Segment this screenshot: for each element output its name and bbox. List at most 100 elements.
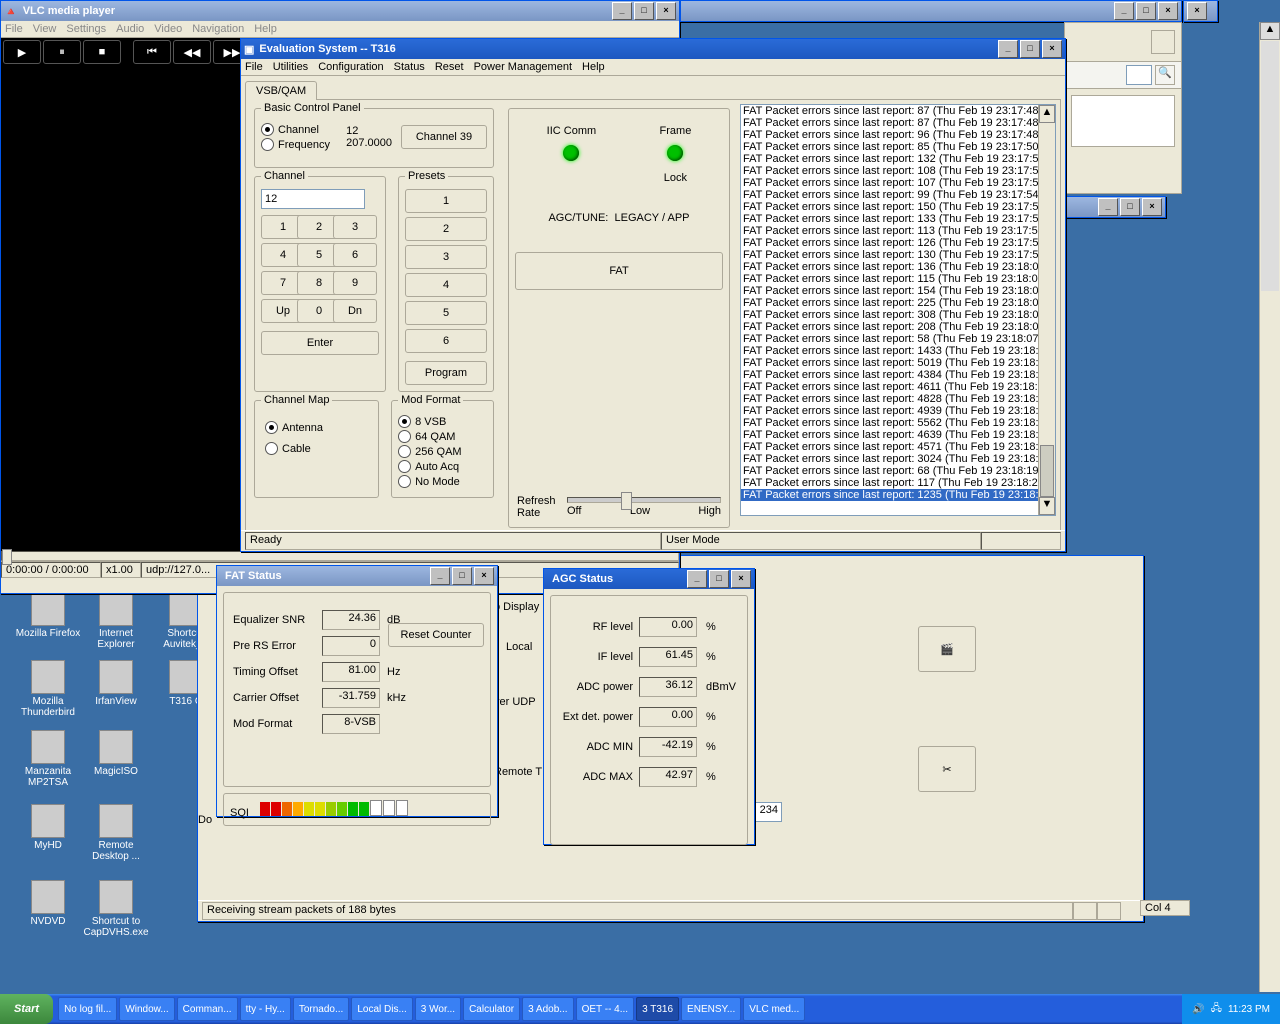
log-line[interactable]: FAT Packet errors since last report: 482… [741,393,1055,405]
desktop-icon[interactable]: Remote Desktop ... [82,804,150,862]
log-line[interactable]: FAT Packet errors since last report: 68 … [741,465,1055,477]
desktop-icon[interactable]: Mozilla Thunderbird [14,660,82,718]
desktop-icon[interactable]: MyHD [14,804,82,851]
taskbar-item[interactable]: tty - Hy... [240,997,291,1021]
taskbar-item[interactable]: No log fil... [58,997,117,1021]
menu-item[interactable]: Audio [116,23,144,35]
gear-icon[interactable] [1151,30,1175,54]
log-line[interactable]: FAT Packet errors since last report: 87 … [741,105,1055,117]
preset-2[interactable]: 2 [405,217,487,241]
program-button[interactable]: Program [405,361,487,385]
play-button[interactable]: ▶ [3,40,41,64]
channel-input[interactable] [261,189,365,209]
log-line[interactable]: FAT Packet errors since last report: 96 … [741,129,1055,141]
preset-1[interactable]: 1 [405,189,487,213]
desktop-icon[interactable]: NVDVD [14,880,82,927]
log-line[interactable]: FAT Packet errors since last report: 225… [741,297,1055,309]
log-line[interactable]: FAT Packet errors since last report: 87 … [741,117,1055,129]
desktop-icon[interactable]: Mozilla Firefox [14,592,82,639]
desktop-icon[interactable]: Shortcut to CapDVHS.exe [82,880,150,938]
enter-button[interactable]: Enter [261,331,379,355]
log-line[interactable]: FAT Packet errors since last report: 150… [741,201,1055,213]
vlc-seekbar[interactable] [1,551,679,561]
vlc-menubar[interactable]: FileViewSettingsAudioVideoNavigationHelp [1,21,679,38]
menu-item[interactable]: Power Management [474,61,572,73]
taskbar-item[interactable]: 3 Adob... [522,997,573,1021]
desktop-icon[interactable]: Manzanita MP2TSA [14,730,82,788]
log-line[interactable]: FAT Packet errors since last report: 58 … [741,333,1055,345]
keypad-3[interactable]: 3 [333,215,377,239]
preset-5[interactable]: 5 [405,301,487,325]
close-button[interactable]: × [1187,2,1207,20]
reset-counter-button[interactable]: Reset Counter [388,623,484,647]
log-line[interactable]: FAT Packet errors since last report: 123… [741,489,1055,501]
menu-item[interactable]: File [5,23,23,35]
start-button[interactable]: Start [0,994,53,1024]
close-button[interactable]: × [1142,198,1162,216]
log-line[interactable]: FAT Packet errors since last report: 438… [741,369,1055,381]
log-line[interactable]: FAT Packet errors since last report: 117… [741,477,1055,489]
log-line[interactable]: FAT Packet errors since last report: 302… [741,453,1055,465]
vlc-stream-button[interactable]: 🎬 [918,626,976,672]
menu-item[interactable]: Video [154,23,182,35]
radio-frequency[interactable]: Frequency [261,138,346,151]
log-line[interactable]: FAT Packet errors since last report: 132… [741,153,1055,165]
minimize-button[interactable]: _ [612,2,632,20]
maximize-button[interactable]: □ [709,570,729,588]
eval-menubar[interactable]: FileUtilitiesConfigurationStatusResetPow… [241,59,1065,76]
taskbar-item[interactable]: Tornado... [293,997,349,1021]
menu-item[interactable]: View [33,23,57,35]
taskbar-item[interactable]: OET -- 4... [576,997,635,1021]
system-tray[interactable]: 🔊 🖧 11:23 PM [1182,994,1280,1024]
keypad-dn[interactable]: Dn [333,299,377,323]
taskbar-item[interactable]: 3 T316 [636,997,679,1021]
keypad-6[interactable]: 6 [333,243,377,267]
log-line[interactable]: FAT Packet errors since last report: 493… [741,405,1055,417]
log-line[interactable]: FAT Packet errors since last report: 136… [741,261,1055,273]
crossed-button[interactable]: ✂ [918,746,976,792]
channel-39-button[interactable]: Channel 39 [401,125,487,149]
log-line[interactable]: FAT Packet errors since last report: 107… [741,177,1055,189]
refresh-slider[interactable] [567,497,721,503]
tab-vsb-qam[interactable]: VSB/QAM [245,81,317,100]
minimize-button[interactable]: _ [998,40,1018,58]
minimize-button[interactable]: _ [430,567,450,585]
log-line[interactable]: FAT Packet errors since last report: 130… [741,249,1055,261]
close-button[interactable]: × [731,570,751,588]
log-line[interactable]: FAT Packet errors since last report: 463… [741,429,1055,441]
close-button[interactable]: × [1042,40,1062,58]
minimize-button[interactable]: _ [687,570,707,588]
prev-button[interactable]: ⏮ [133,40,171,64]
preset-3[interactable]: 3 [405,245,487,269]
log-line[interactable]: FAT Packet errors since last report: 113… [741,225,1055,237]
radio-antenna[interactable]: Antenna [265,421,368,434]
radio-modf[interactable]: 64 QAM [398,430,487,443]
search-icon[interactable]: 🔍 [1155,65,1175,85]
preset-6[interactable]: 6 [405,329,487,353]
taskbar-item[interactable]: Comman... [177,997,238,1021]
radio-modf[interactable]: No Mode [398,475,487,488]
radio-modf[interactable]: Auto Acq [398,460,487,473]
log-line[interactable]: FAT Packet errors since last report: 126… [741,237,1055,249]
log-line[interactable]: FAT Packet errors since last report: 99 … [741,189,1055,201]
close-button[interactable]: × [474,567,494,585]
log-line[interactable]: FAT Packet errors since last report: 85 … [741,141,1055,153]
log-scrollbar[interactable]: ▲ ▼ [1038,105,1055,515]
fat-button[interactable]: FAT [515,252,723,290]
taskbar-item[interactable]: Local Dis... [351,997,412,1021]
preset-4[interactable]: 4 [405,273,487,297]
maximize-button[interactable]: □ [634,2,654,20]
log-line[interactable]: FAT Packet errors since last report: 556… [741,417,1055,429]
desktop-icon[interactable]: IrfanView [82,660,150,707]
desktop-icon[interactable]: Internet Explorer [82,592,150,650]
stop-button[interactable]: ■ [83,40,121,64]
log-list[interactable]: FAT Packet errors since last report: 87 … [740,104,1056,516]
maximize-button[interactable]: □ [1136,2,1156,20]
radio-channel[interactable]: Channel [261,123,346,136]
log-line[interactable]: FAT Packet errors since last report: 143… [741,345,1055,357]
port-field[interactable]: 234 [754,802,782,822]
menu-item[interactable]: Utilities [273,61,308,73]
maximize-button[interactable]: □ [452,567,472,585]
radio-cable[interactable]: Cable [265,442,368,455]
menu-item[interactable]: Configuration [318,61,383,73]
